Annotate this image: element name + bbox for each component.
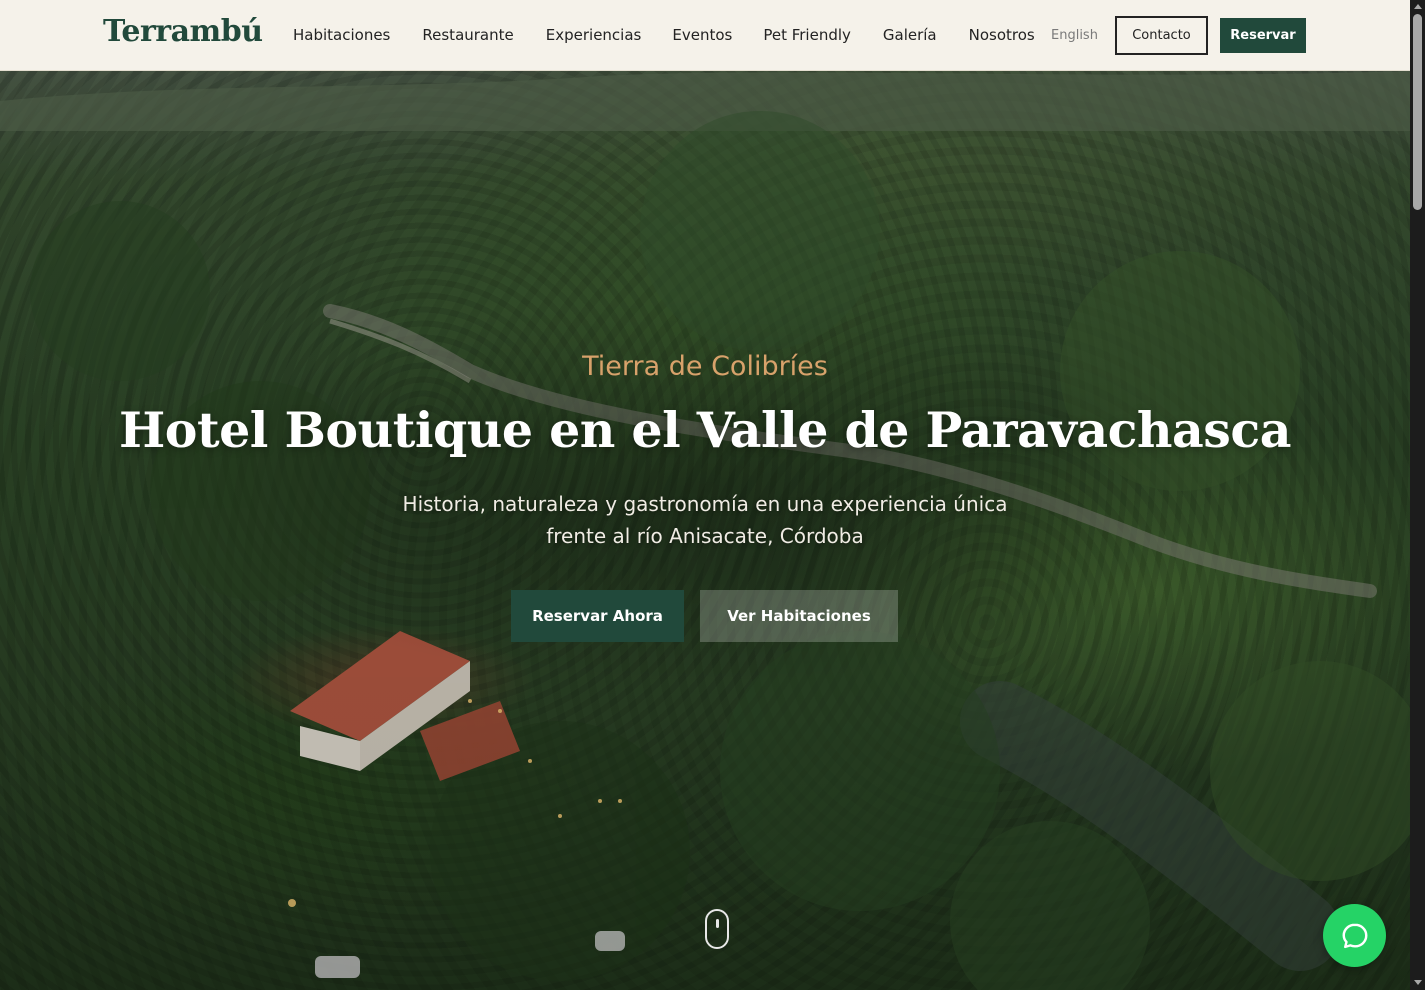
scroll-down-arrow-icon[interactable] xyxy=(1414,980,1422,985)
hero-subtitle-line-1: Historia, naturaleza y gastronomía en un… xyxy=(402,492,1008,516)
whatsapp-chat-button[interactable] xyxy=(1323,904,1386,967)
contact-button[interactable]: Contacto xyxy=(1115,16,1208,55)
hero-tagline: Tierra de Colibríes xyxy=(582,351,828,382)
scrollbar-thumb[interactable] xyxy=(1413,14,1422,210)
reserve-now-button[interactable]: Reservar Ahora xyxy=(511,590,684,642)
hero-subtitle-line-2: frente al río Anisacate, Córdoba xyxy=(546,524,864,548)
site-header: Terrambú Habitaciones Restaurante Experi… xyxy=(0,0,1410,71)
nav-item-nosotros[interactable]: Nosotros xyxy=(969,26,1035,44)
nav-item-galeria[interactable]: Galería xyxy=(883,26,937,44)
mouse-scroll-icon[interactable] xyxy=(705,909,729,949)
nav-item-restaurante[interactable]: Restaurante xyxy=(422,26,513,44)
hero-title: Hotel Boutique en el Valle de Paravachas… xyxy=(119,401,1291,459)
nav-item-eventos[interactable]: Eventos xyxy=(672,26,732,44)
scroll-up-arrow-icon[interactable] xyxy=(1414,4,1422,9)
page-scrollbar[interactable] xyxy=(1410,0,1425,990)
hero-subtitle: Historia, naturaleza y gastronomía en un… xyxy=(355,488,1055,552)
view-rooms-button[interactable]: Ver Habitaciones xyxy=(700,590,898,642)
whatsapp-chat-icon xyxy=(1342,923,1367,948)
language-switch[interactable]: English xyxy=(1051,28,1098,43)
main-nav: Habitaciones Restaurante Experiencias Ev… xyxy=(293,26,1035,44)
nav-item-pet-friendly[interactable]: Pet Friendly xyxy=(763,26,851,44)
nav-item-experiencias[interactable]: Experiencias xyxy=(546,26,642,44)
nav-item-habitaciones[interactable]: Habitaciones xyxy=(293,26,390,44)
site-logo[interactable]: Terrambú xyxy=(103,14,263,49)
reserve-button[interactable]: Reservar xyxy=(1220,18,1306,53)
hero-section: Tierra de Colibríes Hotel Boutique en el… xyxy=(0,71,1410,990)
